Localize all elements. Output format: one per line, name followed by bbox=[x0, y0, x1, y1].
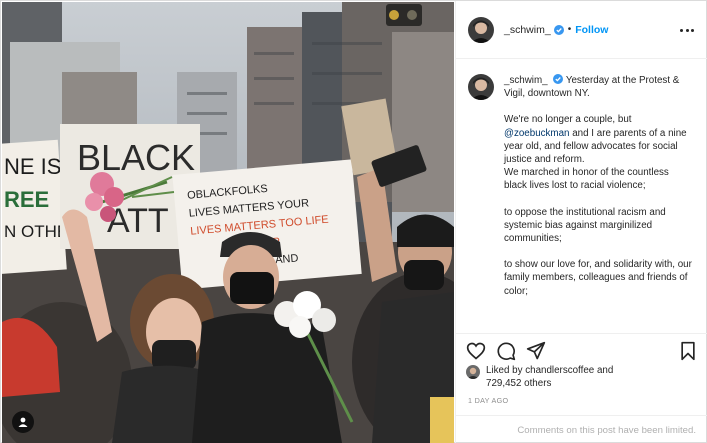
caption: _schwim_ Yesterday at the Protest & Vigi… bbox=[456, 60, 707, 332]
likes-summary: Liked by chandlerscoffee and 729,452 oth… bbox=[466, 365, 613, 390]
caption-paragraph-2: We marched in honor of the countless bla… bbox=[504, 167, 669, 192]
header-username[interactable]: _schwim_ bbox=[504, 24, 551, 36]
follow-button[interactable]: Follow bbox=[575, 24, 608, 36]
likes-and: and bbox=[596, 365, 614, 376]
instagram-post: NE IS REE N OTHE BLACK ATT OBLACKFOLKS L… bbox=[0, 0, 707, 443]
comment-icon[interactable] bbox=[496, 341, 516, 361]
svg-text:N OTHE: N OTHE bbox=[4, 222, 68, 241]
user-tag-button[interactable] bbox=[12, 411, 34, 433]
likes-prefix: Liked by bbox=[486, 365, 523, 376]
protest-sign-left: NE IS REE N OTHE bbox=[2, 139, 68, 274]
comments-limited-notice: Comments on this post have been limited. bbox=[456, 415, 707, 443]
caption-paragraph-1: We're no longer a couple, but @zoebuckma… bbox=[504, 114, 687, 166]
avatar[interactable] bbox=[468, 16, 494, 43]
post-header: _schwim_ • Follow bbox=[456, 1, 707, 59]
more-options-icon[interactable] bbox=[680, 23, 694, 37]
post-photo[interactable]: NE IS REE N OTHE BLACK ATT OBLACKFOLKS L… bbox=[2, 2, 454, 443]
mention-link[interactable]: @zoebuckman bbox=[504, 128, 570, 139]
svg-text:REE: REE bbox=[4, 187, 49, 212]
verified-badge-icon bbox=[553, 74, 564, 84]
post-sidebar: _schwim_ • Follow _schwim_ Yesterday at … bbox=[455, 1, 707, 443]
protest-photo-illustration: NE IS REE N OTHE BLACK ATT OBLACKFOLKS L… bbox=[2, 2, 454, 443]
liker-avatar[interactable] bbox=[466, 365, 480, 379]
svg-text:NE IS: NE IS bbox=[4, 154, 61, 179]
bookmark-icon[interactable] bbox=[678, 341, 698, 361]
liker-username[interactable]: chandlerscoffee bbox=[525, 365, 594, 376]
likes-count[interactable]: 729,452 others bbox=[486, 378, 551, 389]
verified-badge-icon bbox=[553, 24, 564, 35]
post-timestamp[interactable]: 1 DAY AGO bbox=[468, 396, 508, 405]
heart-icon[interactable] bbox=[466, 341, 486, 361]
caption-avatar[interactable] bbox=[468, 74, 494, 100]
caption-username[interactable]: _schwim_ bbox=[504, 75, 548, 86]
svg-text:ATT: ATT bbox=[107, 202, 169, 240]
caption-paragraph-4: to show our love for, and solidarity wit… bbox=[504, 259, 692, 297]
svg-text:BLACK: BLACK bbox=[77, 137, 195, 178]
user-tag-icon bbox=[18, 417, 28, 427]
separator-dot: • bbox=[567, 24, 572, 35]
caption-paragraph-3: to oppose the institutional racism and s… bbox=[504, 206, 666, 245]
share-icon[interactable] bbox=[526, 341, 546, 361]
action-bar bbox=[456, 333, 707, 365]
